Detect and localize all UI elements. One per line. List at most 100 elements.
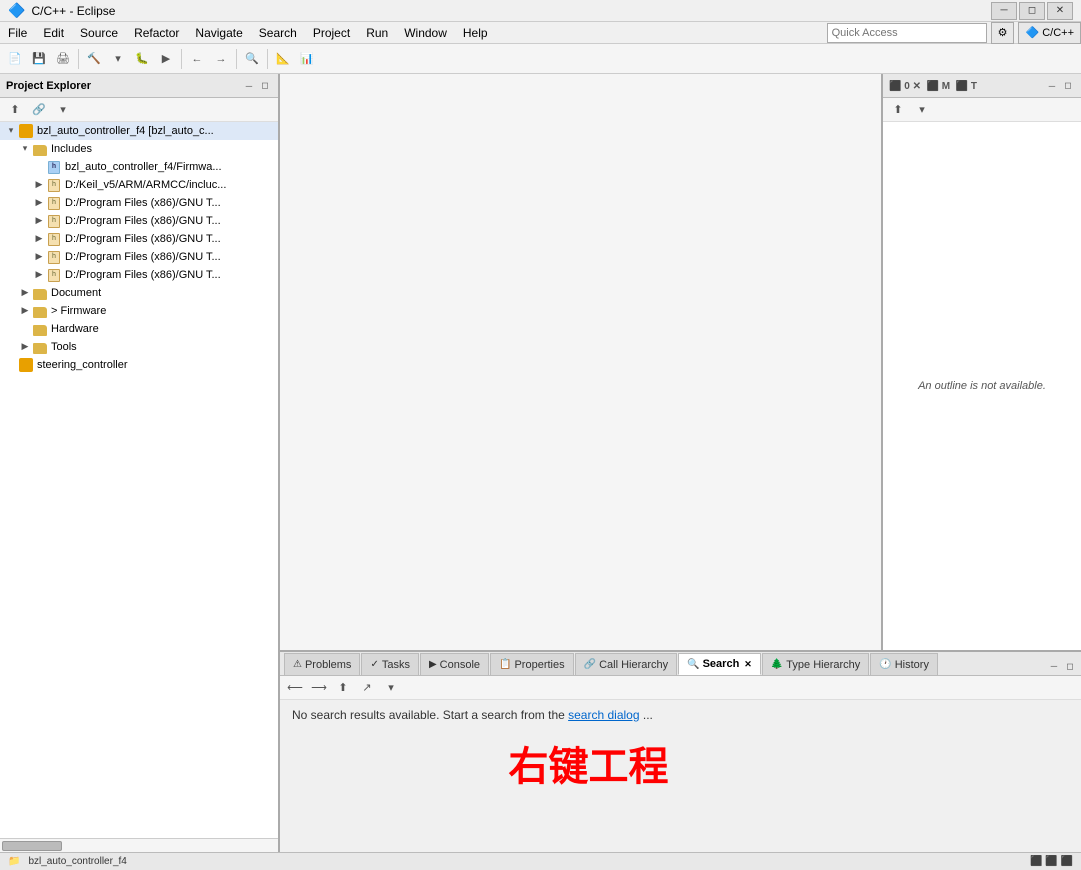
outline-maximize-button[interactable]: ◻ [1061,79,1075,93]
tab-console[interactable]: ▶ Console [420,653,489,675]
firmware-folder-icon [32,303,48,319]
search-expand-button[interactable]: ↗ [356,677,378,699]
include-file-icon-6: h [46,267,62,283]
tab-search[interactable]: 🔍 Search ✕ [678,653,761,675]
outline-minimize-button[interactable]: ─ [1045,79,1059,93]
toolbar: 📄 💾 🖨 🔨 ▾ 🐛 ▶ ← → 🔍 📐 📊 [0,44,1081,74]
tree-item-gnu-include-4[interactable]: ▶ h D:/Program Files (x86)/GNU T... [0,248,278,266]
quick-access-input[interactable] [827,23,987,43]
search-prev-button[interactable]: ⟵ [284,677,306,699]
tree-item-tools[interactable]: ▶ Tools [0,338,278,356]
status-indicators: ⬛ ⬛ ⬛ [1030,856,1073,867]
panel-maximize-button[interactable]: ◻ [258,79,272,93]
menu-file[interactable]: File [0,24,35,42]
tree-item-hardware[interactable]: Hardware [0,320,278,338]
search-next-button[interactable]: ⟶ [308,677,330,699]
tree-item-project[interactable]: ▾ bzl_auto_controller_f4 [bzl_auto_c... [0,122,278,140]
search-dialog-link[interactable]: search dialog [568,708,639,722]
project-explorer-title: Project Explorer [6,80,242,92]
search-link-suffix: ... [643,708,653,722]
tab-call-hierarchy-label: Call Hierarchy [599,659,668,671]
outline-collapse-button[interactable]: ⬆ [887,99,909,121]
gnu-label-5: D:/Program Files (x86)/GNU T... [65,269,221,281]
tree-item-gnu-include-3[interactable]: ▶ h D:/Program Files (x86)/GNU T... [0,230,278,248]
collapse-all-button[interactable]: ⬆ [4,99,26,121]
arrow-gnu-4: ▶ [32,252,46,262]
tree-item-gnu-include-1[interactable]: ▶ h D:/Program Files (x86)/GNU T... [0,194,278,212]
menu-navigate[interactable]: Navigate [187,24,250,42]
toolbar-separator-2 [181,49,182,69]
menu-window[interactable]: Window [396,24,455,42]
menu-edit[interactable]: Edit [35,24,72,42]
cpp-perspective-button[interactable]: 🔷 C/C++ [1018,22,1081,44]
outline-controls: ─ ◻ [1045,79,1075,93]
outline-menu-button[interactable]: ▾ [911,99,933,121]
type-hierarchy-icon: 🌲 [771,659,783,670]
menu-search[interactable]: Search [251,24,305,42]
search-btn[interactable]: 🔍 [241,48,263,70]
minimize-button[interactable]: ─ [991,2,1017,20]
print-button[interactable]: 🖨 [52,48,74,70]
history-icon: 🕐 [879,659,891,670]
tab-properties[interactable]: 📋 Properties [490,653,574,675]
tab-type-hierarchy[interactable]: 🌲 Type Hierarchy [762,653,869,675]
tree-item-document[interactable]: ▶ Document [0,284,278,302]
search-close-icon[interactable]: ✕ [744,659,752,670]
tree-item-keil-include[interactable]: ▶ h D:/Keil_v5/ARM/ARMCC/incluc... [0,176,278,194]
horizontal-scrollbar[interactable] [0,838,278,852]
build-dropdown[interactable]: ▾ [107,48,129,70]
arrow-gnu-2: ▶ [32,216,46,226]
tab-problems[interactable]: ⚠ Problems [284,653,360,675]
bottom-panel-wrapper: ⚠ Problems ✓ Tasks ▶ Console 📋 Propertie… [280,652,1081,852]
tab-controls: ─ ◻ [1047,659,1077,675]
menu-refactor[interactable]: Refactor [126,24,187,42]
console-icon: ▶ [429,659,437,670]
toolbar-separator-4 [267,49,268,69]
tab-history[interactable]: 🕐 History [870,653,938,675]
firmware-label: bzl_auto_controller_f4/Firmwa... [65,161,222,173]
open-perspective[interactable]: 📐 [272,48,294,70]
tree-item-steering[interactable]: steering_controller [0,356,278,374]
tree-item-gnu-include-5[interactable]: ▶ h D:/Program Files (x86)/GNU T... [0,266,278,284]
tab-tasks[interactable]: ✓ Tasks [361,653,419,675]
tab-properties-label: Properties [514,659,564,671]
link-editor-button[interactable]: 🔗 [28,99,50,121]
search-collapse-button[interactable]: ⬆ [332,677,354,699]
save-button[interactable]: 💾 [28,48,50,70]
view-menu-button[interactable]: ▾ [52,99,74,121]
close-button[interactable]: ✕ [1047,2,1073,20]
new-button[interactable]: 📄 [4,48,26,70]
bottom-maximize-button[interactable]: ◻ [1063,659,1077,673]
include-file-icon-2: h [46,195,62,211]
document-folder-icon [32,285,48,301]
main-container: Project Explorer ─ ◻ ⬆ 🔗 ▾ ▾ bzl_au [0,74,1081,852]
tree-item-includes[interactable]: ▾ Includes [0,140,278,158]
open-view[interactable]: 📊 [296,48,318,70]
perspective-settings-button[interactable]: ⚙ [991,22,1015,44]
back-button[interactable]: ← [186,48,208,70]
outline-title: ⬛ 0 ✕ ⬛ M ⬛ T [889,80,1045,92]
call-hierarchy-icon: 🔗 [584,659,596,670]
tree-item-firmware-include[interactable]: h bzl_auto_controller_f4/Firmwa... [0,158,278,176]
run-button[interactable]: ▶ [155,48,177,70]
tree-item-firmware[interactable]: ▶ > Firmware [0,302,278,320]
bottom-minimize-button[interactable]: ─ [1047,659,1061,673]
menu-source[interactable]: Source [72,24,126,42]
menu-run[interactable]: Run [358,24,396,42]
include-file-icon-1: h [46,177,62,193]
outline-content: An outline is not available. [883,122,1081,650]
debug-button[interactable]: 🐛 [131,48,153,70]
restore-button[interactable]: ◻ [1019,2,1045,20]
panel-minimize-button[interactable]: ─ [242,79,256,93]
menu-help[interactable]: Help [455,24,496,42]
menu-project[interactable]: Project [305,24,358,42]
tools-label: Tools [51,341,77,353]
search-menu-button[interactable]: ▾ [380,677,402,699]
scroll-thumb[interactable] [2,841,62,851]
tree-item-gnu-include-2[interactable]: ▶ h D:/Program Files (x86)/GNU T... [0,212,278,230]
forward-button[interactable]: → [210,48,232,70]
build-button[interactable]: 🔨 [83,48,105,70]
tab-search-label: Search [703,658,740,670]
status-project-name: bzl_auto_controller_f4 [28,856,126,867]
tab-call-hierarchy[interactable]: 🔗 Call Hierarchy [575,653,678,675]
